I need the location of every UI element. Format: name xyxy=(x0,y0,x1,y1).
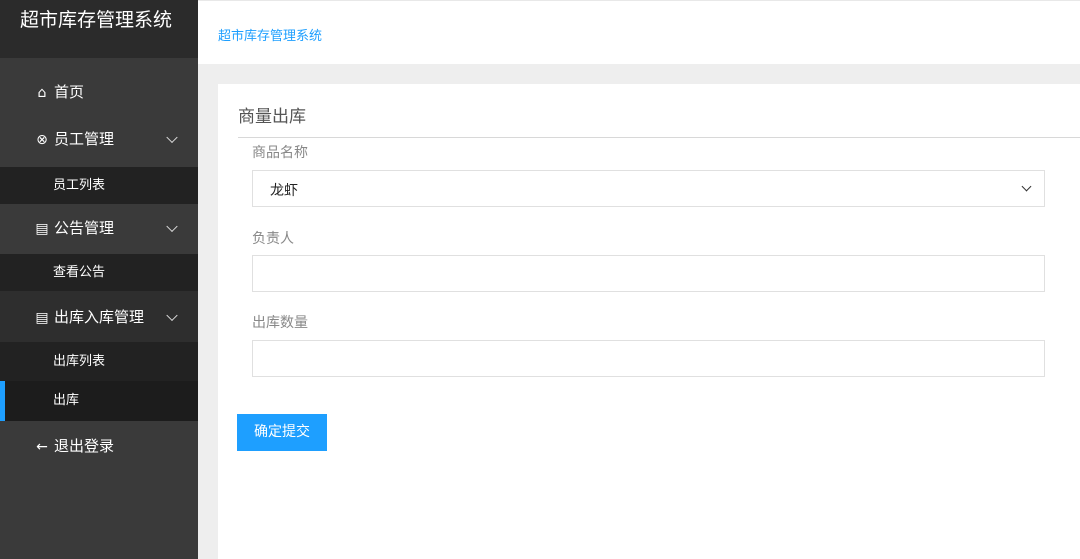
sidebar-item-label: 出库 xyxy=(53,393,80,408)
sidebar-item-label: 员工管理 xyxy=(54,130,115,148)
chevron-down-icon xyxy=(1021,181,1032,192)
quantity-input[interactable] xyxy=(252,340,1045,377)
sidebar-item-label: 退出登录 xyxy=(54,437,115,455)
header: 超市库存管理系统 xyxy=(198,0,1080,64)
quantity-label: 出库数量 xyxy=(252,315,308,331)
sidebar-item-label: 员工列表 xyxy=(53,178,106,193)
sidebar-item-notice-management[interactable]: ▤ 公告管理 xyxy=(0,213,198,243)
divider xyxy=(238,137,1080,138)
breadcrumb[interactable]: 超市库存管理系统 xyxy=(218,25,322,44)
sidebar-item-inout-management[interactable]: ▤ 出库入库管理 xyxy=(0,302,198,332)
sidebar-item-label: 出库列表 xyxy=(53,354,106,369)
page-title: 商量出库 xyxy=(238,107,306,127)
document-icon: ▤ xyxy=(35,221,49,237)
sidebar-item-label: 查看公告 xyxy=(53,265,106,280)
owner-input[interactable] xyxy=(252,255,1045,292)
arrow-left-icon: ← xyxy=(36,439,48,455)
product-select[interactable]: 龙虾 xyxy=(252,170,1045,207)
sidebar-item-employee-list[interactable]: 员工列表 xyxy=(0,167,198,204)
sidebar-item-out[interactable]: 出库 xyxy=(0,381,198,421)
submit-button[interactable]: 确定提交 xyxy=(237,414,327,451)
document-icon: ▤ xyxy=(35,310,49,326)
sidebar: 超市库存管理系统 ⌂ 首页 ⊗ 员工管理 员工列表 ▤ 公告管理 查看公告 ▤ 出库入库… xyxy=(0,0,198,559)
home-icon: ⌂ xyxy=(37,85,47,101)
chevron-down-icon xyxy=(166,220,178,233)
sidebar-item-label: 出库入库管理 xyxy=(54,308,145,326)
owner-label: 负责人 xyxy=(252,231,294,247)
product-name-label: 商品名称 xyxy=(252,145,308,161)
sidebar-item-out-list[interactable]: 出库列表 xyxy=(0,342,198,381)
sidebar-item-employee-management[interactable]: ⊗ 员工管理 xyxy=(0,124,198,154)
user-circle-icon: ⊗ xyxy=(36,132,48,148)
sidebar-item-home[interactable]: ⌂ 首页 xyxy=(0,78,198,106)
chevron-down-icon xyxy=(166,131,178,144)
sidebar-item-label: 公告管理 xyxy=(54,219,115,237)
chevron-down-icon xyxy=(166,309,178,322)
sidebar-item-label: 首页 xyxy=(54,83,85,101)
product-select-value: 龙虾 xyxy=(270,183,298,199)
app-logo: 超市库存管理系统 xyxy=(0,0,198,58)
sidebar-item-view-notice[interactable]: 查看公告 xyxy=(0,254,198,291)
form-card: 商量出库 商品名称 龙虾 负责人 出库数量 确定提交 xyxy=(218,84,1080,559)
sidebar-item-logout[interactable]: ← 退出登录 xyxy=(0,431,198,461)
